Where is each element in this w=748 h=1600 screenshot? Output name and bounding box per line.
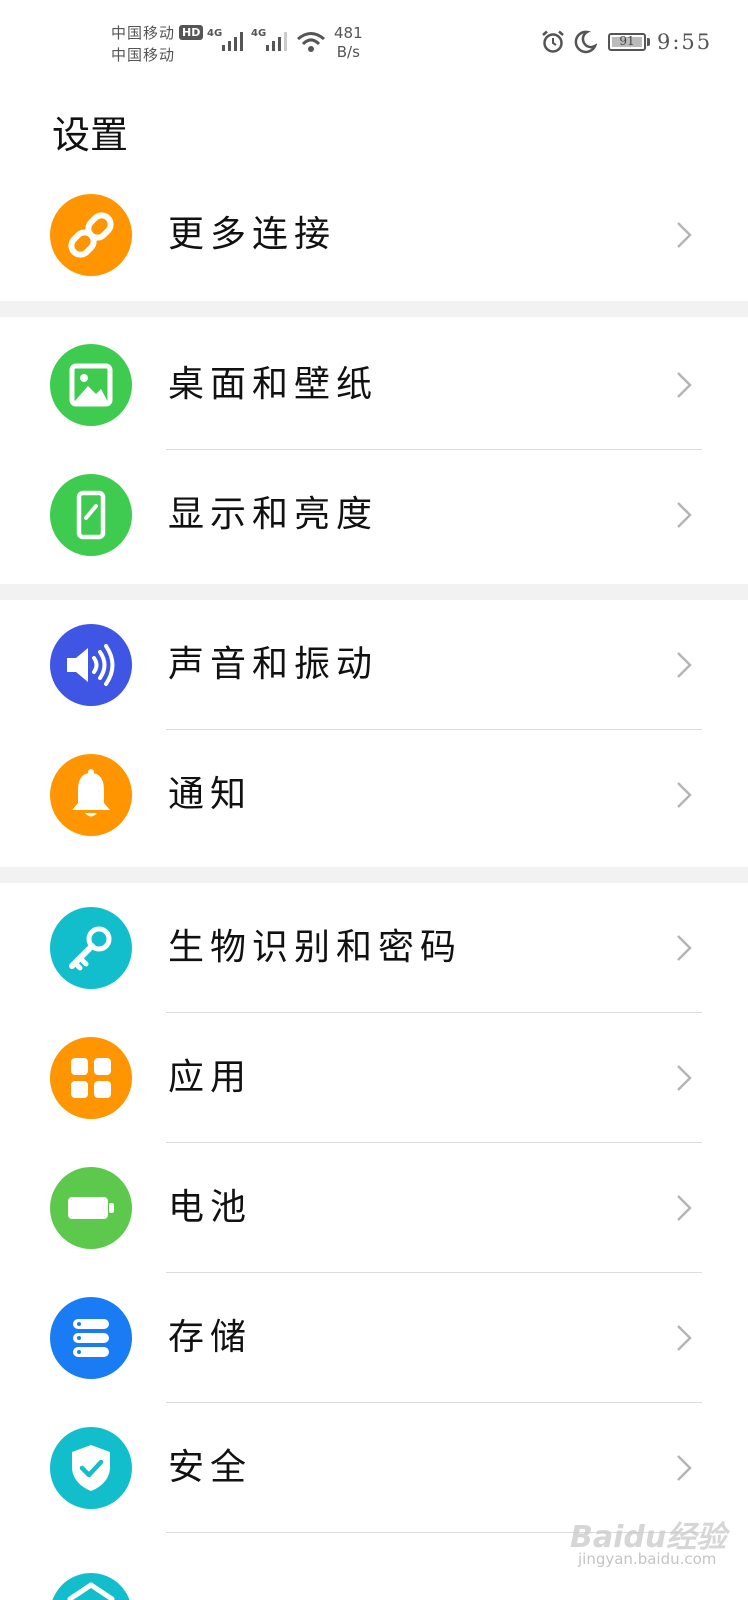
speed-unit: B/s bbox=[336, 43, 360, 61]
chevron-right-icon bbox=[677, 222, 692, 248]
carrier-1-label: 中国移动 bbox=[111, 24, 176, 42]
chevron-right-icon bbox=[677, 1195, 692, 1221]
storage-icon bbox=[50, 1297, 132, 1379]
clock: 9:55 bbox=[657, 30, 713, 54]
chevron-right-icon bbox=[677, 652, 692, 678]
group-separator bbox=[0, 867, 748, 883]
link-icon bbox=[50, 194, 132, 276]
alarm-icon bbox=[542, 30, 564, 53]
wifi-icon bbox=[297, 32, 325, 52]
speed-value: 481 bbox=[334, 24, 363, 42]
battery-status-icon: 91 bbox=[608, 33, 646, 51]
chevron-right-icon bbox=[677, 1065, 692, 1091]
network-type-2: 4G bbox=[251, 28, 267, 39]
apps-grid-icon bbox=[50, 1037, 132, 1119]
group-separator bbox=[0, 584, 748, 600]
settings-item-apps[interactable]: 应用 bbox=[0, 1013, 748, 1143]
hd-voice-badge: HD bbox=[179, 25, 204, 40]
page-title: 设置 bbox=[52, 113, 129, 157]
do-not-disturb-moon-icon bbox=[574, 30, 597, 54]
chevron-right-icon bbox=[677, 1455, 692, 1481]
settings-item-battery[interactable]: 电池 bbox=[0, 1143, 748, 1273]
settings-item-label: 安全 bbox=[168, 1447, 253, 1488]
partial-item-icon bbox=[50, 1573, 132, 1600]
settings-item-label: 存储 bbox=[168, 1317, 253, 1358]
group-separator bbox=[0, 301, 748, 317]
chevron-right-icon bbox=[677, 1325, 692, 1351]
settings-item-storage[interactable]: 存储 bbox=[0, 1273, 748, 1403]
settings-item-notifications[interactable]: 通知 bbox=[0, 730, 748, 860]
settings-item-display-brightness[interactable]: 显示和亮度 bbox=[0, 450, 748, 580]
settings-item-label: 更多连接 bbox=[168, 214, 337, 255]
battery-tip bbox=[647, 38, 650, 46]
shield-icon bbox=[50, 1427, 132, 1509]
settings-item-biometrics-password[interactable]: 生物识别和密码 bbox=[0, 883, 748, 1013]
settings-item-label: 电池 bbox=[168, 1187, 253, 1228]
chevron-right-icon bbox=[677, 782, 692, 808]
settings-item-sound-vibration[interactable]: 声音和振动 bbox=[0, 600, 748, 730]
speaker-icon bbox=[50, 624, 132, 706]
settings-item-label: 生物识别和密码 bbox=[168, 927, 463, 968]
network-type-1: 4G bbox=[207, 28, 223, 39]
settings-item-label: 桌面和壁纸 bbox=[168, 364, 379, 405]
settings-item-home-wallpaper[interactable]: 桌面和壁纸 bbox=[0, 320, 748, 450]
phone-display-icon bbox=[50, 474, 132, 556]
settings-item-label: 应用 bbox=[168, 1057, 253, 1098]
settings-item-label: 声音和振动 bbox=[168, 644, 379, 685]
key-icon bbox=[50, 907, 132, 989]
carrier-info: 中国移动 HD 中国移动 bbox=[111, 22, 204, 66]
settings-item-more-connections[interactable]: 更多连接 bbox=[0, 170, 748, 300]
watermark-site: jingyan.baidu.com bbox=[578, 1550, 717, 1568]
bell-icon bbox=[50, 754, 132, 836]
settings-item-label: 显示和亮度 bbox=[168, 494, 379, 535]
status-bar: 中国移动 HD 中国移动 4G 4G 481 B/s 91 9:55 bbox=[0, 0, 748, 80]
image-icon bbox=[50, 344, 132, 426]
chevron-right-icon bbox=[677, 372, 692, 398]
chevron-right-icon bbox=[677, 502, 692, 528]
chevron-right-icon bbox=[677, 935, 692, 961]
battery-icon bbox=[50, 1167, 132, 1249]
settings-item-label: 通知 bbox=[168, 774, 253, 815]
baidu-jingyan-watermark: Baidu经验 jingyan.baidu.com bbox=[570, 1512, 726, 1568]
network-speed: 481 B/s bbox=[334, 24, 363, 62]
battery-level: 91 bbox=[619, 34, 635, 48]
carrier-2-label: 中国移动 bbox=[111, 46, 176, 64]
